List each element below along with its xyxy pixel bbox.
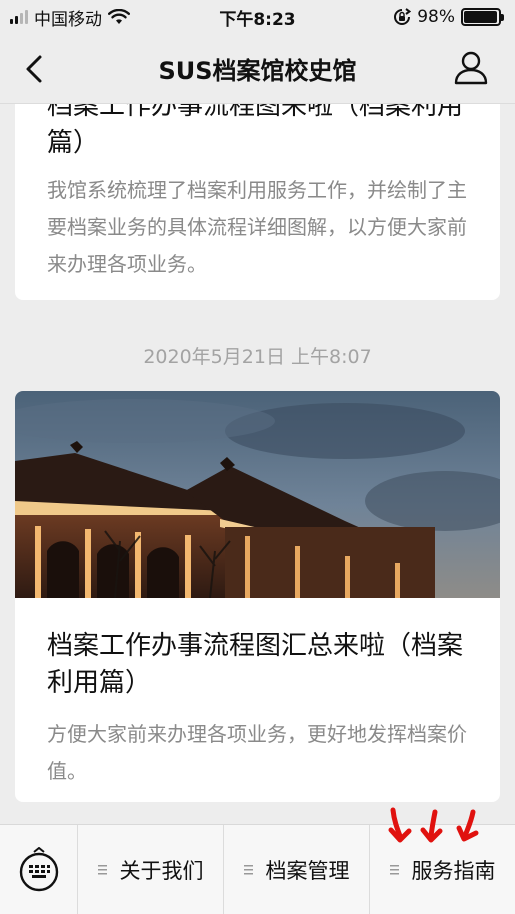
menu-lines-icon (97, 864, 107, 874)
nav-bar: SUS档案馆校史馆 (0, 34, 515, 104)
message-feed[interactable]: 档案工作办事流程图来啦（档案利用篇） 我馆系统梳理了档案利用服务工作，并绘制了主… (0, 104, 515, 824)
keyboard-icon (19, 847, 58, 892)
menu-item-label: 关于我们 (119, 858, 204, 883)
status-right: 98% (393, 7, 504, 27)
article-card[interactable]: 档案工作办事流程图来啦（档案利用篇） 我馆系统梳理了档案利用服务工作，并绘制了主… (15, 104, 500, 300)
user-profile-icon[interactable] (453, 50, 489, 86)
rotation-lock-icon (394, 8, 412, 25)
menu-item-label: 服务指南 (411, 858, 496, 883)
menu-item-service-guide[interactable]: 服务指南 (370, 825, 515, 914)
signal-icon (10, 10, 28, 24)
back-icon[interactable] (20, 52, 50, 86)
article-cover-image (15, 391, 500, 598)
battery-fill (464, 11, 498, 23)
article-title: 档案工作办事流程图汇总来啦（档案利用篇） (47, 631, 464, 698)
menu-item-about-us[interactable]: 关于我们 (78, 825, 224, 914)
article-card[interactable]: 档案工作办事流程图汇总来啦（档案利用篇） 方便大家前来办理各项业务，更好地发挥档… (15, 391, 500, 802)
menu-item-label: 档案管理 (265, 858, 350, 883)
menu-item-archive-management[interactable]: 档案管理 (224, 825, 370, 914)
menu-lines-icon (389, 864, 399, 874)
carrier-label: 中国移动 (34, 9, 102, 30)
page-title: SUS档案馆校史馆 (158, 57, 357, 85)
battery-icon (461, 8, 504, 26)
menu-lines-icon (243, 864, 253, 874)
article-title: 档案工作办事流程图来啦（档案利用篇） (47, 104, 464, 158)
bottom-menu-bar: 关于我们 档案管理 服务指南 (0, 824, 515, 914)
status-bar: 中国移动 下午8:23 98% (0, 0, 515, 34)
status-left: 中国移动 (10, 5, 130, 30)
keyboard-toggle-button[interactable] (0, 825, 78, 914)
wifi-icon (108, 9, 130, 24)
battery-percent: 98% (417, 7, 455, 27)
message-timestamp: 2020年5月21日 上午8:07 (143, 346, 372, 368)
article-description: 我馆系统梳理了档案利用服务工作，并绘制了主要档案业务的具体流程详细图解，以方便大… (47, 178, 467, 276)
article-description: 方便大家前来办理各项业务，更好地发挥档案价值。 (47, 722, 467, 783)
